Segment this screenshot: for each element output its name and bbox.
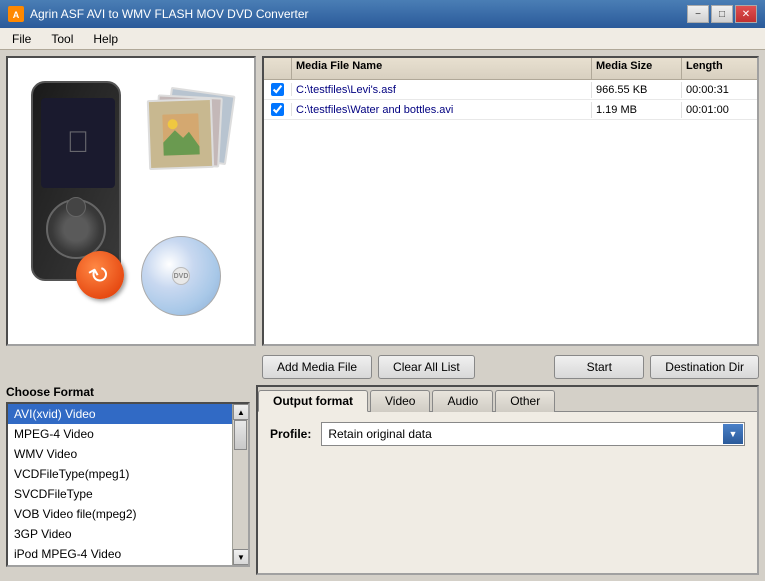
list-item[interactable]: AVI(xvid) Video: [8, 404, 232, 424]
list-item[interactable]: VOB Video file(mpeg2): [8, 504, 232, 524]
col-length-header: Length: [682, 58, 757, 79]
list-item[interactable]: iPhone Video: [8, 564, 232, 565]
ipod-center-button: [66, 197, 86, 217]
format-list: AVI(xvid) Video MPEG-4 Video WMV Video V…: [6, 402, 250, 567]
file-checkbox-1[interactable]: [271, 83, 284, 96]
dvd-disc: DVD: [141, 236, 221, 316]
apple-logo-icon: : [67, 126, 90, 160]
main-content: : [0, 50, 765, 581]
photos-stack: [141, 91, 231, 171]
image-panel: : [6, 56, 256, 346]
menu-bar: File Tool Help: [0, 28, 765, 50]
ipod-screen: : [41, 98, 115, 188]
file-row-size-1: 966.55 KB: [592, 82, 682, 98]
list-item[interactable]: SVCDFileType: [8, 484, 232, 504]
col-name-header: Media File Name: [292, 58, 592, 79]
maximize-button[interactable]: □: [711, 5, 733, 23]
minimize-button[interactable]: −: [687, 5, 709, 23]
file-row-name-1: C:\testfiles\Levi's.asf: [292, 82, 592, 98]
output-panel: Output format Video Audio Other Profile:…: [256, 385, 759, 575]
tab-output-format[interactable]: Output format: [258, 390, 368, 412]
format-chooser: Choose Format AVI(xvid) Video MPEG-4 Vid…: [6, 385, 250, 575]
col-check: [264, 58, 292, 79]
dvd-center-label: DVD: [172, 267, 190, 285]
menu-file[interactable]: File: [4, 30, 39, 48]
tab-audio[interactable]: Audio: [432, 390, 493, 412]
window-controls: − □ ✕: [687, 5, 757, 23]
profile-select[interactable]: Retain original data Custom: [321, 422, 745, 446]
title-bar: A Agrin ASF AVI to WMV FLASH MOV DVD Con…: [0, 0, 765, 28]
menu-help[interactable]: Help: [85, 30, 126, 48]
profile-row: Profile: Retain original data Custom ▼: [270, 422, 745, 446]
destination-button[interactable]: Destination Dir: [650, 355, 759, 379]
col-size-header: Media Size: [592, 58, 682, 79]
list-item[interactable]: WMV Video: [8, 444, 232, 464]
table-row[interactable]: C:\testfiles\Water and bottles.avi 1.19 …: [264, 100, 757, 120]
clear-all-button[interactable]: Clear All List: [378, 355, 475, 379]
file-row-name-2: C:\testfiles\Water and bottles.avi: [292, 102, 592, 118]
file-row-length-1: 00:00:31: [682, 82, 757, 98]
tab-other[interactable]: Other: [495, 390, 555, 412]
bottom-section: Choose Format AVI(xvid) Video MPEG-4 Vid…: [6, 385, 759, 575]
top-section: : [6, 56, 759, 349]
file-list-header: Media File Name Media Size Length: [264, 58, 757, 80]
button-row: Add Media File Clear All List Start Dest…: [262, 349, 759, 385]
arrow-circle: ↻: [76, 251, 124, 299]
list-item[interactable]: 3GP Video: [8, 524, 232, 544]
tab-content: Profile: Retain original data Custom ▼: [258, 412, 757, 456]
file-row-check-1[interactable]: [264, 83, 292, 96]
list-item[interactable]: VCDFileType(mpeg1): [8, 464, 232, 484]
tab-bar: Output format Video Audio Other: [258, 387, 757, 412]
close-button[interactable]: ✕: [735, 5, 757, 23]
table-row[interactable]: C:\testfiles\Levi's.asf 966.55 KB 00:00:…: [264, 80, 757, 100]
file-row-size-2: 1.19 MB: [592, 102, 682, 118]
format-label: Choose Format: [6, 385, 250, 399]
menu-tool[interactable]: Tool: [43, 30, 81, 48]
photo-card-3: [147, 98, 214, 170]
file-checkbox-2[interactable]: [271, 103, 284, 116]
scroll-track: [233, 420, 248, 549]
start-button[interactable]: Start: [554, 355, 644, 379]
profile-label: Profile:: [270, 427, 311, 441]
app-title: Agrin ASF AVI to WMV FLASH MOV DVD Conve…: [30, 7, 309, 21]
file-row-check-2[interactable]: [264, 103, 292, 116]
profile-select-wrapper: Retain original data Custom ▼: [321, 422, 745, 446]
refresh-arrow-icon: ↻: [84, 257, 116, 292]
svg-text:A: A: [13, 10, 20, 20]
file-row-length-2: 00:01:00: [682, 102, 757, 118]
ipod-wheel: [46, 199, 106, 259]
list-item[interactable]: MPEG-4 Video: [8, 424, 232, 444]
scroll-thumb[interactable]: [234, 420, 247, 450]
add-media-button[interactable]: Add Media File: [262, 355, 372, 379]
tab-video[interactable]: Video: [370, 390, 430, 412]
file-list-panel: Media File Name Media Size Length C:\tes…: [262, 56, 759, 346]
format-list-items: AVI(xvid) Video MPEG-4 Video WMV Video V…: [8, 404, 232, 565]
device-illustration: : [21, 71, 241, 331]
app-icon: A: [8, 6, 24, 22]
format-scrollbar: ▲ ▼: [232, 404, 248, 565]
scroll-down-button[interactable]: ▼: [233, 549, 249, 565]
convert-arrow: ↻: [76, 251, 126, 301]
list-item[interactable]: iPod MPEG-4 Video: [8, 544, 232, 564]
file-list-body: C:\testfiles\Levi's.asf 966.55 KB 00:00:…: [264, 80, 757, 344]
photo-image-icon: [160, 111, 202, 157]
scroll-up-button[interactable]: ▲: [233, 404, 249, 420]
